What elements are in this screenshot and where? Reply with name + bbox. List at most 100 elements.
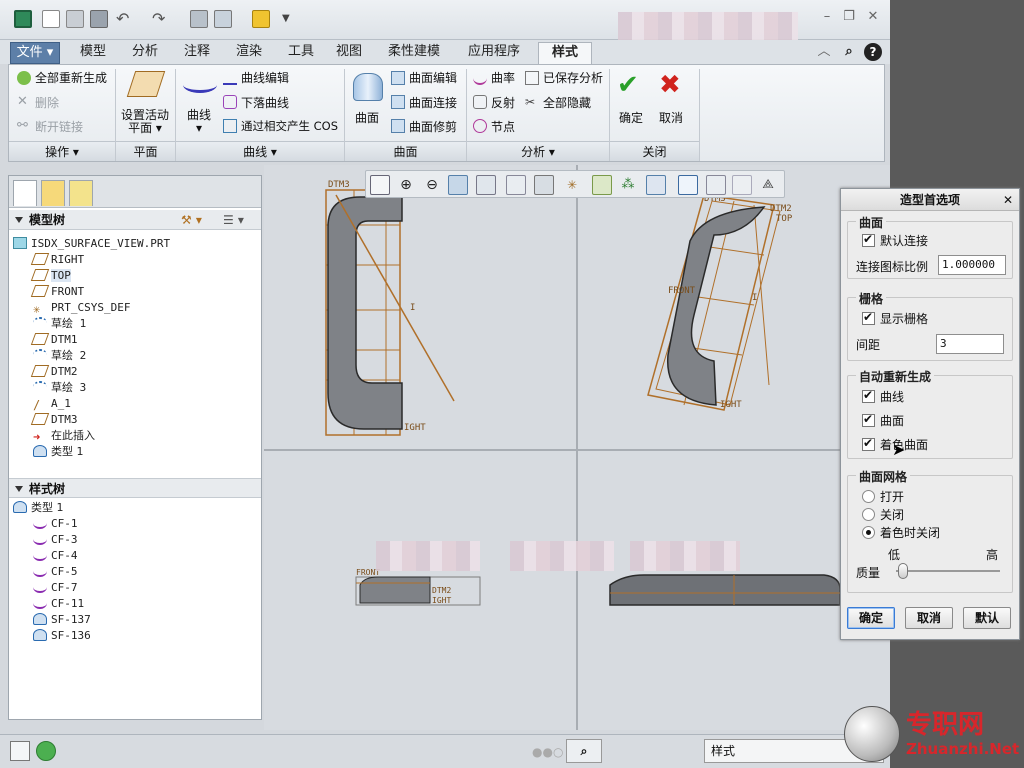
- dialog-default-button[interactable]: 默认: [963, 607, 1011, 629]
- new-file-icon[interactable]: [42, 10, 60, 28]
- style-tree-item[interactable]: CF-3: [33, 532, 78, 548]
- tree-item-csys[interactable]: ✳ PRT_CSYS_DEF: [33, 300, 130, 316]
- tree-filter-icon[interactable]: ☰ ▾: [223, 210, 244, 230]
- quality-slider-track[interactable]: [896, 570, 1000, 572]
- dialog-cancel-button[interactable]: 取消: [905, 607, 953, 629]
- saved-views-icon[interactable]: [506, 175, 526, 195]
- tree-item-axis[interactable]: / A_1: [33, 396, 71, 412]
- mesh-off-when-shaded-radio[interactable]: [862, 526, 875, 539]
- help-icon[interactable]: ?: [864, 43, 882, 61]
- cancel-button[interactable]: 取消: [659, 109, 683, 126]
- curve-edit-button[interactable]: 曲线编辑: [241, 69, 289, 86]
- regen-surfaces-checkbox[interactable]: [862, 412, 875, 427]
- break-link-button[interactable]: 断开链接: [35, 118, 83, 135]
- tree-item-front[interactable]: FRONT: [30, 284, 84, 300]
- find-icon[interactable]: ⌕: [566, 739, 602, 763]
- dialog-close-icon[interactable]: ✕: [1003, 189, 1013, 211]
- model-tree-header[interactable]: 模型树 ⚒ ▾ ☰ ▾: [9, 210, 261, 230]
- display-style-icon[interactable]: [476, 175, 496, 195]
- repaint-icon[interactable]: [448, 175, 468, 195]
- surface-display-icon[interactable]: [646, 175, 666, 195]
- mesh-off-radio[interactable]: [862, 508, 875, 521]
- surface-connect-button[interactable]: 曲面连接: [409, 94, 457, 111]
- folder-icon[interactable]: [252, 10, 270, 28]
- search-icon[interactable]: ⌕: [840, 42, 858, 64]
- tree-root[interactable]: ISDX_SURFACE_VIEW.PRT: [13, 236, 170, 252]
- tree-item-dtm1[interactable]: DTM1: [30, 332, 78, 348]
- regen-shaded-surfaces-checkbox[interactable]: [862, 436, 875, 451]
- regenerate-icon[interactable]: [190, 10, 208, 28]
- minimize-icon[interactable]: –: [818, 9, 836, 25]
- customize-dropdown-icon[interactable]: ▼: [282, 10, 300, 28]
- delete-button[interactable]: 删除: [35, 94, 59, 111]
- tree-item-sketch3[interactable]: 草绘 3: [33, 380, 86, 396]
- tree-item-sketch1[interactable]: 草绘 1: [33, 316, 86, 332]
- four-view-canvas[interactable]: DTM3 I IGHT DTM3 DTM2 TOP FRONT I IGHT F…: [264, 165, 890, 730]
- tab-folder-browser-icon[interactable]: [41, 180, 65, 206]
- points-display-icon[interactable]: ⁂: [618, 175, 638, 195]
- open-file-icon[interactable]: [66, 10, 84, 28]
- tree-item-dtm3[interactable]: DTM3: [30, 412, 78, 428]
- style-tree-item[interactable]: CF-7: [33, 580, 78, 596]
- node-button[interactable]: 节点: [491, 118, 515, 135]
- tab-flexible-modeling[interactable]: 柔性建模: [378, 42, 450, 64]
- mesh-on-radio[interactable]: [862, 490, 875, 503]
- tab-favorites-icon[interactable]: [69, 180, 93, 206]
- save-icon[interactable]: [90, 10, 108, 28]
- tab-render[interactable]: 渲染: [226, 42, 272, 64]
- regen-all-button[interactable]: 全部重新生成: [35, 69, 107, 86]
- style-tree-item[interactable]: SF-136: [33, 628, 91, 644]
- surface-trim-button[interactable]: 曲面修剪: [409, 118, 457, 135]
- tree-item-right[interactable]: RIGHT: [30, 252, 84, 268]
- toggle-browser-icon[interactable]: [36, 741, 56, 761]
- maximize-icon[interactable]: ❐: [840, 9, 858, 25]
- dialog-ok-button[interactable]: 确定: [847, 607, 895, 629]
- set-active-plane-button[interactable]: 设置活动 平面 ▾: [119, 109, 171, 135]
- connect-icon-scale-input[interactable]: 1.000000: [938, 255, 1006, 275]
- four-view-icon[interactable]: [678, 175, 698, 195]
- group-curve[interactable]: 曲线 ▾: [176, 141, 344, 161]
- tab-view[interactable]: 视图: [326, 42, 372, 64]
- cos-button[interactable]: 通过相交产生 COS: [241, 118, 338, 134]
- toggle-navigator-icon[interactable]: [10, 741, 30, 761]
- tree-item-insert-here[interactable]: ➜ 在此插入: [33, 428, 95, 444]
- style-tree-root[interactable]: 类型 1: [13, 500, 64, 516]
- curve-button[interactable]: 曲线 ▾: [187, 109, 211, 135]
- hide-all-button[interactable]: 全部隐藏: [543, 94, 591, 111]
- grid-icon[interactable]: [732, 175, 752, 195]
- zoom-out-icon[interactable]: ⊖: [422, 175, 442, 195]
- tab-tools[interactable]: 工具: [278, 42, 324, 64]
- tree-settings-icon[interactable]: ⚒ ▾: [181, 210, 202, 230]
- group-analysis[interactable]: 分析 ▾: [467, 141, 609, 161]
- tab-applications[interactable]: 应用程序: [458, 42, 530, 64]
- surface-edit-button[interactable]: 曲面编辑: [409, 69, 457, 86]
- style-tree-header[interactable]: 样式树: [9, 478, 261, 498]
- tab-analysis[interactable]: 分析: [122, 42, 168, 64]
- style-tree-item[interactable]: SF-137: [33, 612, 91, 628]
- tree-item-sketch2[interactable]: 草绘 2: [33, 348, 86, 364]
- drop-curve-button[interactable]: 下落曲线: [241, 94, 289, 111]
- style-tree-item[interactable]: CF-4: [33, 548, 78, 564]
- grid-spacing-input[interactable]: 3: [936, 334, 1004, 354]
- zoom-in-icon[interactable]: ⊕: [396, 175, 416, 195]
- style-tree-item[interactable]: CF-1: [33, 516, 78, 532]
- next-view-icon[interactable]: [706, 175, 726, 195]
- show-grid-checkbox[interactable]: [862, 310, 875, 325]
- group-operations[interactable]: 操作 ▾: [9, 141, 115, 161]
- tree-item-style-feature[interactable]: 类型 1: [33, 444, 84, 460]
- refit-icon[interactable]: [370, 175, 390, 195]
- close-icon[interactable]: ✕: [864, 9, 882, 25]
- perspective-icon[interactable]: ⟁: [758, 175, 778, 195]
- saved-analysis-button[interactable]: 已保存分析: [543, 69, 603, 86]
- view-manager-icon[interactable]: [534, 175, 554, 195]
- graphics-viewport[interactable]: DTM3 I IGHT DTM3 DTM2 TOP FRONT I IGHT F…: [264, 165, 890, 730]
- datum-display-icon[interactable]: ✳: [562, 175, 582, 195]
- windows-icon[interactable]: [214, 10, 232, 28]
- reflection-button[interactable]: 反射: [491, 94, 515, 111]
- style-tree-item[interactable]: CF-5: [33, 564, 78, 580]
- tab-model-tree-icon[interactable]: [13, 180, 37, 206]
- surface-button[interactable]: 曲面: [355, 109, 379, 126]
- tab-style[interactable]: 样式: [538, 42, 592, 64]
- default-connect-checkbox[interactable]: [862, 232, 875, 247]
- tab-file[interactable]: 文件 ▾: [10, 42, 60, 64]
